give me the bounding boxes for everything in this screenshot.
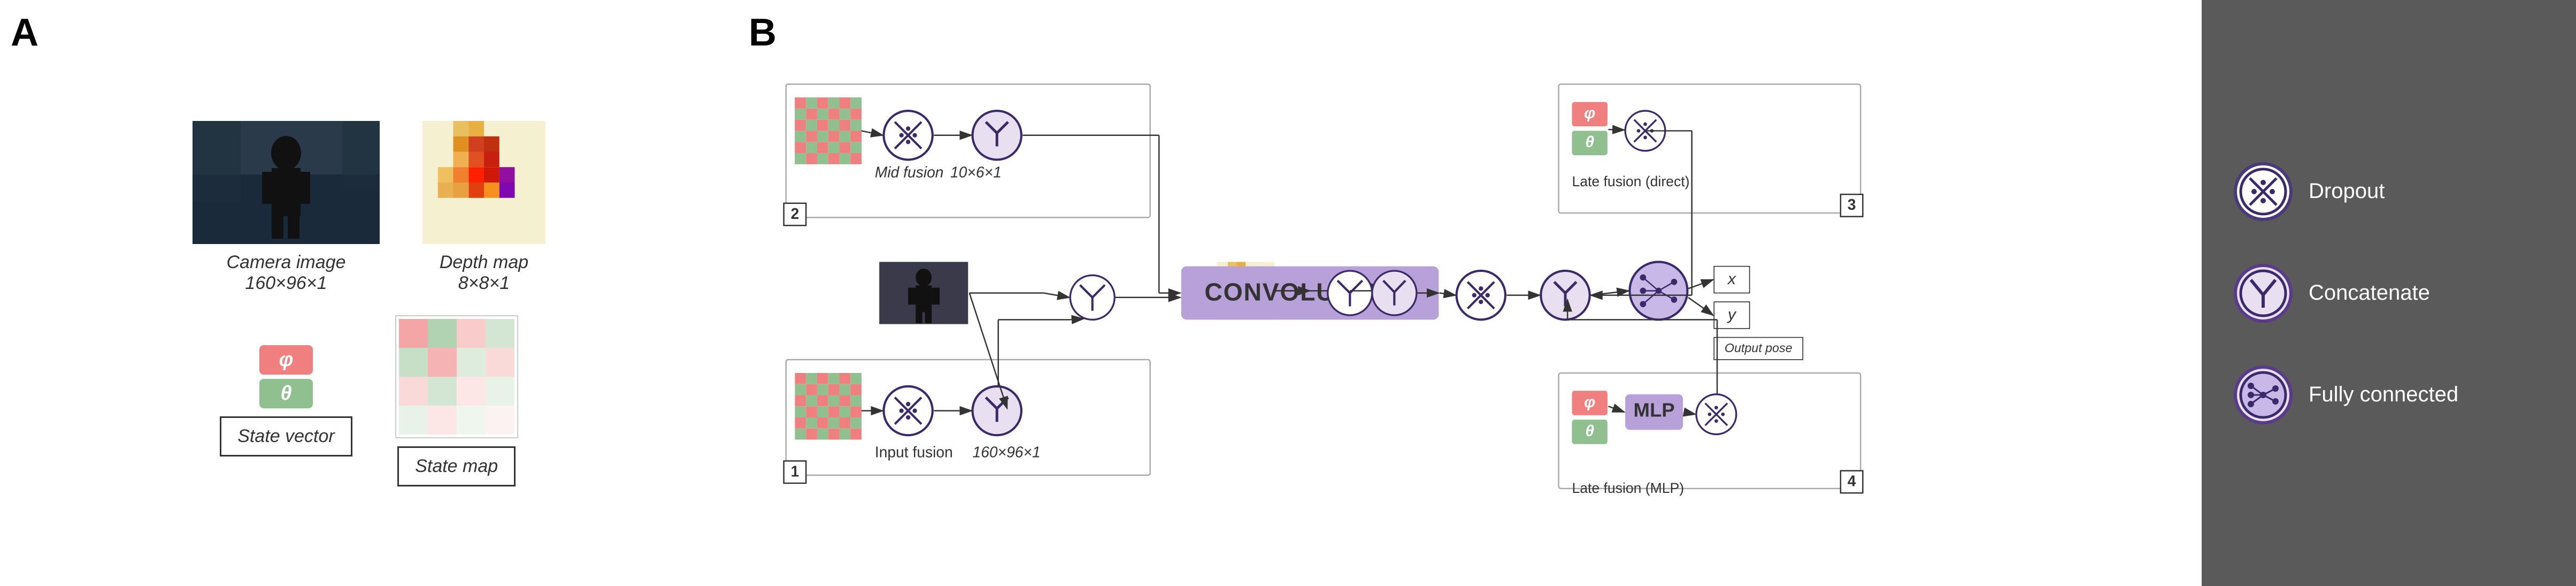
svg-text:2: 2 [791,205,799,222]
svg-text:4: 4 [1848,473,1856,490]
panel-c: Dropout Concatenate [2202,0,2576,586]
state-map-box: State map [395,315,518,486]
fully-connected-icon [2234,366,2293,424]
svg-text:Input fusion: Input fusion [875,444,953,461]
state-items: φ θ [259,345,313,408]
svg-text:y: y [1727,306,1737,323]
svg-text:160×96×1: 160×96×1 [973,444,1041,461]
svg-text:Late fusion (direct): Late fusion (direct) [1572,173,1689,189]
svg-text:θ: θ [1585,133,1594,151]
panel-b: B 2 1 [738,0,2202,586]
camera-caption: Camera image 160×96×1 [227,252,346,294]
depth-caption: Depth map 8×8×1 [440,252,528,294]
theta-item: θ [259,379,313,408]
depth-map [422,121,545,244]
svg-text:3: 3 [1848,196,1856,213]
camera-image [193,121,380,244]
state-map-label: State map [397,446,516,486]
svg-text:Late fusion (MLP): Late fusion (MLP) [1572,480,1684,496]
camera-image-box: Camera image 160×96×1 [193,121,380,294]
svg-text:10×6×1: 10×6×1 [950,164,1002,181]
svg-text:CONVOLUTIONS: CONVOLUTIONS [1204,278,1415,306]
svg-text:φ: φ [1584,104,1595,122]
svg-text:θ: θ [1585,422,1594,440]
diagram: 2 1 3 4 [759,16,2180,570]
legend-fully-connected: Fully connected [2234,366,2458,424]
dropout-label: Dropout [2309,179,2385,203]
svg-text:1: 1 [791,462,799,480]
state-vector-box: φ θ State vector [220,345,352,456]
panel-a-content: Camera image 160×96×1 [16,37,722,570]
dropout-icon [2234,162,2293,221]
main-container: A [0,0,2576,586]
fully-connected-label: Fully connected [2309,383,2458,407]
panel-a-top: Camera image 160×96×1 [193,121,545,294]
svg-text:x: x [1727,270,1736,288]
legend-concatenate: Concatenate [2234,264,2430,323]
depth-map-box: Depth map 8×8×1 [422,121,545,294]
diagram-svg: 2 1 3 4 [759,16,2180,570]
panel-a-bottom: φ θ State vector [220,315,518,486]
svg-text:Mid fusion: Mid fusion [875,164,944,181]
concatenate-icon [2234,264,2293,323]
panel-a: A [0,0,738,586]
legend-dropout: Dropout [2234,162,2385,221]
panel-a-label: A [11,11,39,55]
state-vector-label: State vector [220,416,352,456]
phi-item: φ [259,345,313,375]
camera-image-inner [193,121,380,244]
svg-text:MLP: MLP [1634,399,1675,421]
concatenate-label: Concatenate [2309,281,2430,305]
svg-text:φ: φ [1584,393,1595,411]
svg-text:Output pose: Output pose [1725,341,1793,355]
